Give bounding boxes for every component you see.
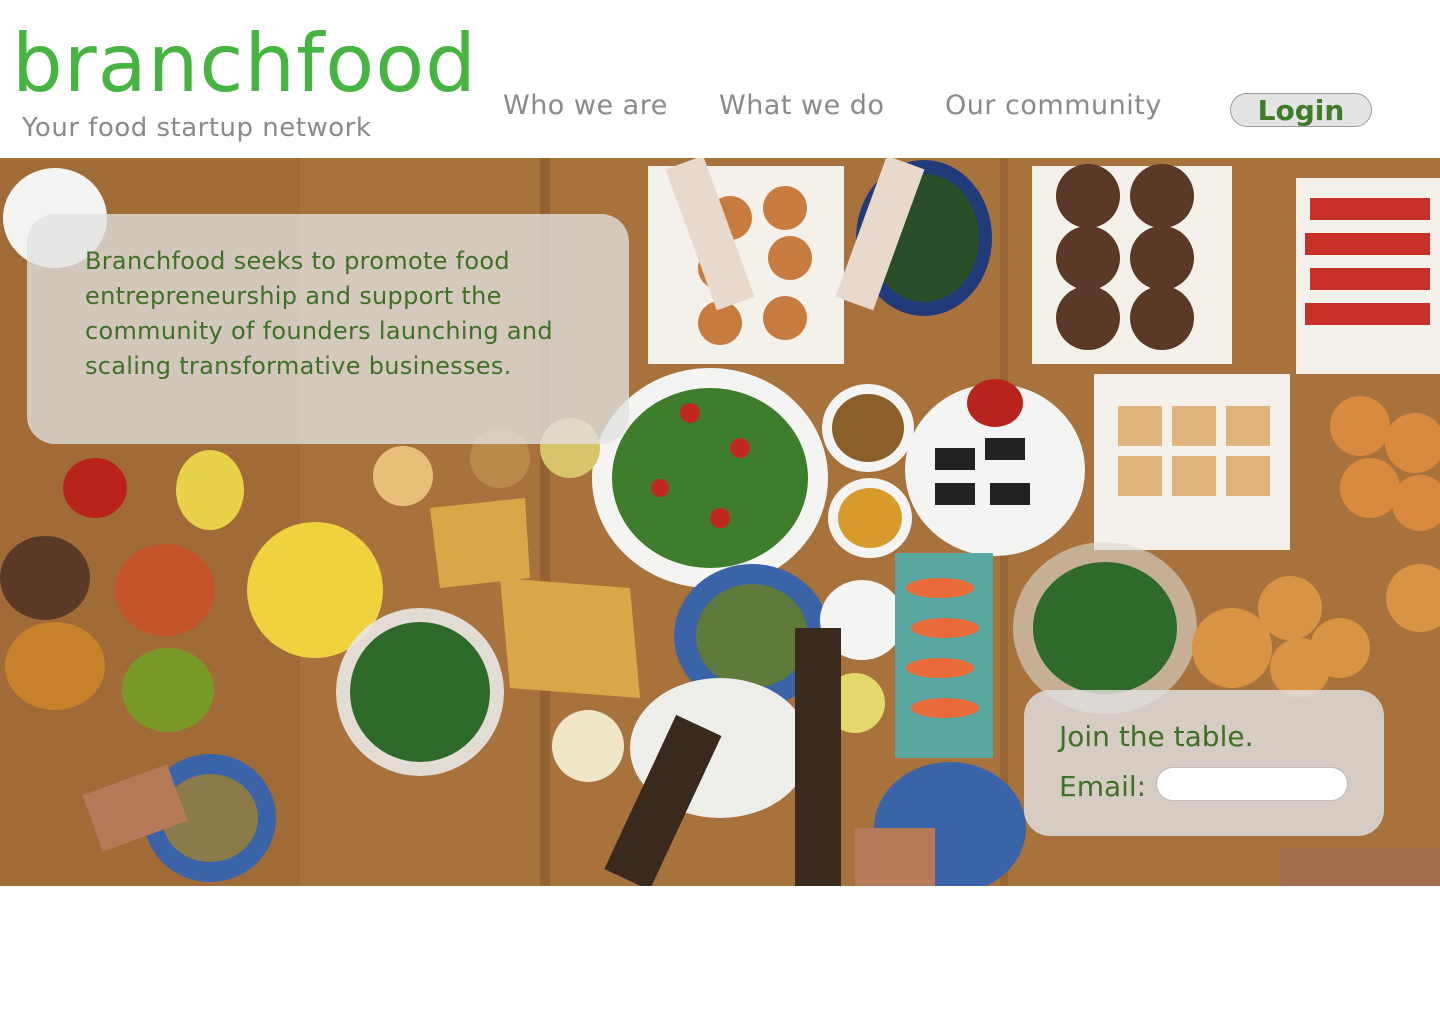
email-label: Email: (1059, 770, 1147, 803)
nav-our-community[interactable]: Our community (945, 90, 1162, 121)
brand-logo[interactable]: branchfood (12, 16, 477, 112)
site-header: branchfood Your food startup network Who… (0, 0, 1440, 158)
brand-tagline: Your food startup network (22, 113, 372, 143)
nav-who-we-are[interactable]: Who we are (503, 90, 668, 121)
signup-panel: Join the table. Email: (1024, 690, 1384, 836)
nav-what-we-do[interactable]: What we do (719, 90, 884, 121)
mission-statement: Branchfood seeks to promote food entrepr… (85, 247, 553, 380)
email-field[interactable] (1156, 767, 1348, 801)
login-button[interactable]: Login (1230, 93, 1372, 127)
signup-title: Join the table. (1059, 720, 1254, 753)
mission-panel: Branchfood seeks to promote food entrepr… (27, 214, 629, 444)
